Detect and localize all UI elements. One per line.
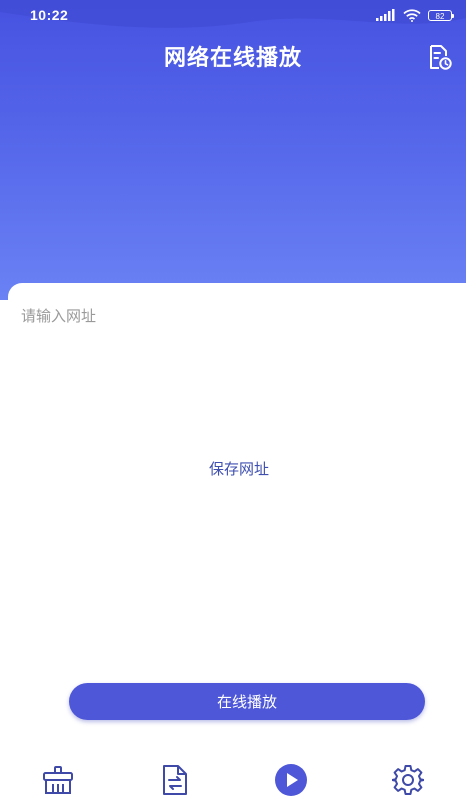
history-button[interactable] bbox=[424, 42, 454, 72]
document-clock-icon bbox=[430, 45, 452, 70]
wifi-icon bbox=[403, 8, 421, 22]
tab-clean[interactable] bbox=[28, 758, 88, 802]
gear-icon bbox=[391, 765, 424, 795]
play-online-button[interactable]: 在线播放 bbox=[69, 683, 425, 720]
app-screen: 10:22 82 网络在线播放 请输入网址 在线播放 保存网址 bbox=[0, 0, 466, 802]
battery-level: 82 bbox=[435, 11, 445, 21]
file-transfer-icon bbox=[162, 765, 187, 795]
bottom-tab-bar bbox=[0, 758, 466, 802]
url-input[interactable] bbox=[21, 301, 441, 331]
tab-settings[interactable] bbox=[378, 758, 438, 802]
battery-icon: 82 bbox=[428, 9, 454, 21]
page-title: 网络在线播放 bbox=[163, 46, 302, 71]
play-circle-icon bbox=[275, 764, 308, 796]
tab-online-play[interactable] bbox=[261, 758, 321, 802]
save-url-link[interactable]: 保存网址 bbox=[0, 458, 466, 479]
status-icons: 82 bbox=[376, 7, 454, 23]
tab-files[interactable] bbox=[145, 758, 205, 802]
signal-icon bbox=[376, 9, 395, 21]
status-bar: 10:22 82 bbox=[0, 0, 466, 30]
status-time: 10:22 bbox=[30, 7, 69, 23]
broom-icon bbox=[43, 766, 74, 794]
content-card: 在线播放 bbox=[8, 283, 466, 802]
